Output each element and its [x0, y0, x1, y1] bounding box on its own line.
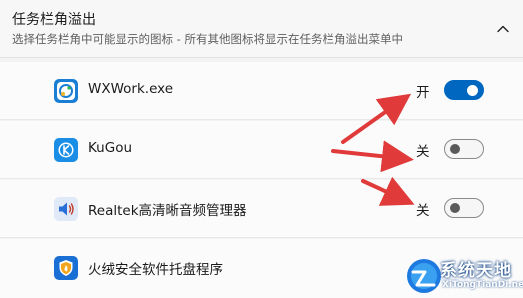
wxwork-icon — [54, 79, 78, 103]
realtek-toggle[interactable] — [444, 198, 484, 218]
speaker-icon — [54, 197, 78, 221]
app-row-wxwork: WXWork.exe 开 — [0, 62, 523, 120]
toggle-knob — [450, 203, 460, 213]
watermark-logo-icon — [407, 259, 441, 293]
toggle-state-label: 开 — [416, 85, 430, 101]
site-watermark: 系统天地 XiTongTianDi.net — [404, 254, 523, 298]
kugou-toggle[interactable] — [444, 139, 484, 159]
collapse-button[interactable] — [483, 0, 523, 58]
watermark-subtitle: XiTongTianDi.net — [442, 280, 523, 290]
watermark-title: 系统天地 — [440, 261, 512, 281]
app-name: KuGou — [88, 140, 133, 156]
toggle-knob — [450, 144, 460, 154]
huorong-shield-icon — [54, 256, 78, 280]
app-row-realtek: Realtek高清晰音频管理器 关 — [0, 180, 523, 238]
kugou-icon — [54, 138, 78, 162]
toggle-state-label: 关 — [416, 144, 430, 160]
app-name: Realtek高清晰音频管理器 — [88, 203, 247, 219]
app-name: 火绒安全软件托盘程序 — [88, 262, 223, 278]
chevron-up-icon — [497, 25, 509, 33]
section-title: 任务栏角溢出 — [12, 12, 96, 28]
section-subtitle: 选择任务栏角中可能显示的图标 - 所有其他图标将显示在任务栏角溢出菜单中 — [12, 32, 403, 46]
section-header: 任务栏角溢出 选择任务栏角中可能显示的图标 - 所有其他图标将显示在任务栏角溢出… — [0, 0, 523, 58]
wxwork-toggle[interactable] — [444, 80, 484, 100]
toggle-knob — [467, 84, 478, 96]
app-row-kugou: KuGou 关 — [0, 121, 523, 179]
toggle-state-label: 关 — [416, 203, 430, 219]
app-name: WXWork.exe — [88, 81, 174, 97]
